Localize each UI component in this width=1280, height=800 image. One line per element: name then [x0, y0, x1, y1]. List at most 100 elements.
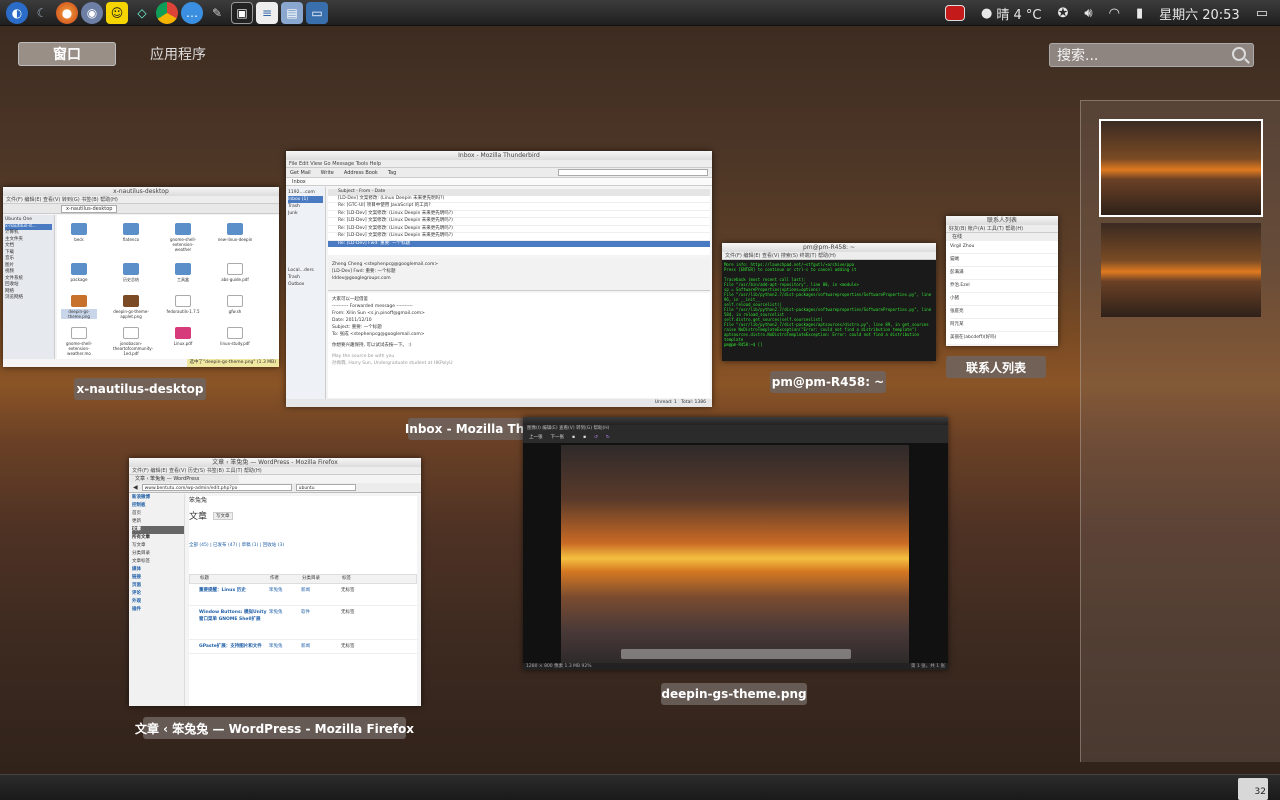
- accessibility-icon[interactable]: ✪: [1057, 6, 1068, 21]
- wp-menu-item[interactable]: 所有文章: [132, 534, 184, 542]
- terminal-icon[interactable]: ▣: [231, 1, 253, 24]
- script-file-icon[interactable]: [227, 295, 243, 307]
- table-row[interactable]: 重要提醒：Linux 历史 笨兔兔 新闻 无标签: [189, 584, 417, 606]
- address-book-button[interactable]: Address Book: [344, 168, 378, 177]
- folder-icon[interactable]: [175, 223, 191, 235]
- workspace-thumbnail-1[interactable]: [1099, 119, 1263, 217]
- search-bar[interactable]: ubuntu: [295, 484, 356, 491]
- folder-icon[interactable]: [71, 263, 87, 275]
- post-author[interactable]: 笨兔兔: [269, 587, 301, 602]
- text-file-icon[interactable]: [71, 327, 87, 339]
- contact-item[interactable]: 张庭亮: [950, 306, 1058, 319]
- firefox-icon[interactable]: ●: [56, 1, 78, 24]
- tab-applications[interactable]: 应用程序: [124, 42, 232, 66]
- contact-item[interactable]: Virgil Zhou: [950, 241, 1058, 254]
- tab-inbox[interactable]: Inbox: [286, 178, 712, 186]
- message-row-selected[interactable]: Re: [LD-Dev] Fwd: 重要: 一个标题: [328, 240, 710, 247]
- image-canvas[interactable]: [561, 445, 909, 663]
- browser-tab[interactable]: 文章 ‹ 笨兔兔 — WordPress: [129, 475, 239, 483]
- folder-item[interactable]: Inbox (1): [288, 196, 323, 203]
- image-file-icon[interactable]: [71, 295, 87, 307]
- contact-item[interactable]: 彭满满: [950, 267, 1058, 280]
- pdf-file-icon[interactable]: [227, 263, 243, 275]
- post-category[interactable]: 软件: [301, 609, 341, 636]
- wp-menu-item[interactable]: 文章: [132, 526, 184, 534]
- message-row[interactable]: Re: [LD-Dev] 文案修改: (Linux Deepin 未来更先明吗?…: [328, 218, 710, 226]
- workspace-thumbnail-2[interactable]: [1101, 223, 1261, 317]
- battery-icon[interactable]: ▮: [1136, 6, 1143, 21]
- folder-item[interactable]: 1192....com: [288, 189, 323, 196]
- write-button[interactable]: Write: [321, 168, 334, 177]
- pidgin-icon[interactable]: ◉: [81, 1, 103, 24]
- contact-item[interactable]: 美丽在(abcdeff)(好吗): [950, 332, 1058, 344]
- get-mail-button[interactable]: Get Mail: [290, 168, 311, 177]
- contact-item[interactable]: 小猪: [950, 293, 1058, 306]
- message-row[interactable]: Re: [LD-Dev] 文案修改: (Linux Deepin 未来更先明吗?…: [328, 211, 710, 218]
- folder-icon[interactable]: [175, 263, 191, 275]
- add-new-post-button[interactable]: 写文章: [213, 511, 233, 520]
- window-contacts[interactable]: 联系人列表 好友(B) 帐户(A) 工具(T) 帮助(H) 在线 Virgil …: [946, 216, 1058, 346]
- wp-menu-item[interactable]: 更新: [132, 518, 184, 526]
- message-to[interactable]: lddev@googlegroups.com: [332, 275, 706, 282]
- folder-item[interactable]: Junk: [288, 210, 323, 217]
- column-header[interactable]: 标题: [190, 575, 270, 583]
- weather-indicator[interactable]: ● 晴 4 °C: [981, 4, 1041, 23]
- window-caption[interactable]: x-nautilus-desktop: [74, 378, 206, 400]
- wp-menu-item[interactable]: 文章标签: [132, 558, 184, 566]
- wp-menu-item[interactable]: 首页: [132, 510, 184, 518]
- wp-menu-item[interactable]: 新浪微博: [132, 494, 184, 502]
- status-selector[interactable]: 在线: [946, 233, 1058, 241]
- next-image-button[interactable]: 下一张: [551, 433, 565, 443]
- location-bar[interactable]: x-nautilus-desktop: [3, 204, 279, 214]
- message-from[interactable]: Zheng Cheng <stephenpcg@googlemail.com>: [332, 261, 706, 268]
- diamond-icon[interactable]: ◇: [131, 2, 153, 24]
- rotate-left-icon[interactable]: ↺: [594, 433, 598, 443]
- pdf-file-icon[interactable]: [227, 327, 243, 339]
- window-nautilus[interactable]: x-nautilus-desktop 文件(F) 编辑(E) 查看(V) 转到(…: [3, 187, 279, 367]
- folder-icon[interactable]: [123, 263, 139, 275]
- folder-item[interactable]: Outbox: [288, 281, 323, 288]
- post-title[interactable]: Window Buttons: 模拟Unity窗口菜单 GNOME Shell扩…: [189, 609, 269, 636]
- deepin-logo-icon[interactable]: ◐: [6, 1, 28, 24]
- message-row[interactable]: Re: [LD-Dev] 文案修改: (Linux Deepin 未来更先明吗?…: [328, 226, 710, 233]
- message-row[interactable]: Re: [GTC-UI] 项目中使用 JavaScript 的工具?: [328, 203, 710, 211]
- path-button[interactable]: x-nautilus-desktop: [61, 205, 118, 213]
- message-row[interactable]: Re: [LD-Dev] 文案修改: (Linux Deepin 未来更先明吗?…: [328, 233, 710, 241]
- moon-icon[interactable]: ☾: [31, 2, 53, 24]
- post-author[interactable]: 笨兔兔: [269, 609, 301, 636]
- pdf-file-icon[interactable]: [175, 327, 191, 339]
- zoom-out-icon[interactable]: ▪: [583, 433, 586, 443]
- contact-item[interactable]: 阿元某: [950, 319, 1058, 332]
- window-caption[interactable]: pm@pm-R458: ~: [770, 371, 886, 393]
- folder-icon[interactable]: [227, 223, 243, 235]
- back-icon[interactable]: ◀: [133, 484, 138, 491]
- window-thunderbird[interactable]: Inbox - Mozilla Thunderbird File Edit Vi…: [286, 151, 712, 407]
- terminal-output[interactable]: More info: https://launchpad.net/~stfgut…: [722, 260, 936, 360]
- folder-item[interactable]: Local...ders: [288, 267, 323, 274]
- record-icon[interactable]: [945, 5, 966, 21]
- zoom-in-icon[interactable]: ▪: [572, 433, 575, 443]
- post-title[interactable]: 重要提醒：Linux 历史: [189, 587, 269, 602]
- rotate-right-icon[interactable]: ↻: [606, 433, 610, 443]
- wp-menu-item[interactable]: 页面: [132, 582, 184, 590]
- folder-item[interactable]: Trash: [288, 274, 323, 281]
- trash-icon[interactable]: 32: [1238, 778, 1268, 800]
- wifi-icon[interactable]: ◠: [1109, 6, 1120, 21]
- post-filters[interactable]: 全部 (45) | 已发布 (47) | 草稿 (1) | 回收站 (3): [189, 542, 417, 548]
- image-file-icon[interactable]: [123, 295, 139, 307]
- tag-button[interactable]: Tag: [388, 168, 396, 177]
- wp-menu-item[interactable]: 控制板: [132, 502, 184, 510]
- url-bar[interactable]: www.bentutu.com/wp-admin/edit.php?po: [141, 484, 292, 491]
- search-input[interactable]: 搜索...: [1049, 43, 1254, 67]
- wp-menu-item[interactable]: 写文章: [132, 542, 184, 550]
- site-name[interactable]: 笨兔兔: [189, 496, 417, 505]
- message-icon[interactable]: ▭: [1256, 6, 1268, 21]
- table-row[interactable]: GPaste扩展：支持图片和文件 笨兔兔 新闻 无标签: [189, 640, 417, 654]
- file-manager-icon[interactable]: ▤: [281, 1, 303, 24]
- window-firefox[interactable]: 文章 ‹ 笨兔兔 — WordPress - Mozilla Firefox 文…: [129, 458, 421, 706]
- sidebar-item[interactable]: 浏览网络: [5, 295, 52, 302]
- column-header[interactable]: 标签: [342, 575, 372, 583]
- search-messages-input[interactable]: [558, 169, 708, 176]
- document-icon[interactable]: ≡: [256, 1, 278, 24]
- previous-image-button[interactable]: 上一张: [529, 433, 543, 443]
